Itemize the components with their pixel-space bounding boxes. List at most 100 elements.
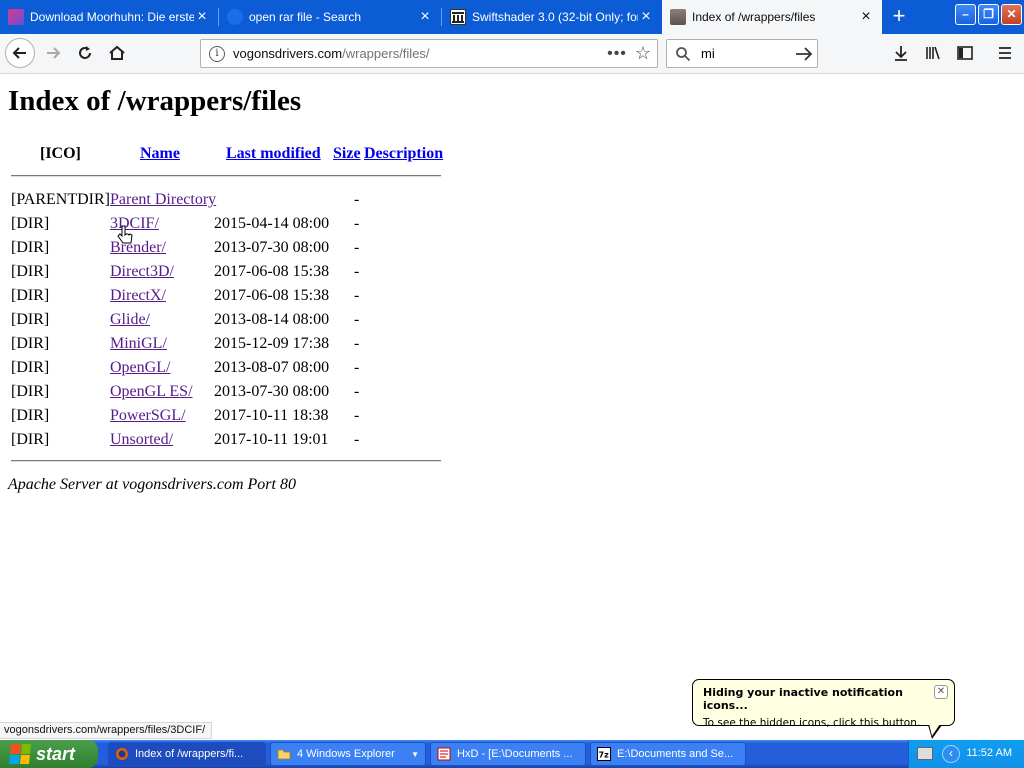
chevron-down-icon: ▼	[411, 749, 419, 759]
tab-close-icon[interactable]: ×	[638, 9, 654, 25]
row-icon-label: [DIR]	[11, 359, 50, 376]
taskbar-item-firefox[interactable]: Index of /wrappers/fi...	[108, 742, 266, 766]
sidebar-icon	[957, 46, 973, 60]
bookmark-star-icon[interactable]: ☆	[629, 43, 657, 64]
search-box[interactable]: mi	[666, 39, 818, 68]
directory-link[interactable]: OpenGL ES/	[110, 383, 193, 401]
row-modified: 2015-04-14 08:00	[214, 215, 330, 232]
svg-text:7z: 7z	[599, 751, 610, 760]
tab-strip: Download Moorhuhn: Die ersten × open rar…	[0, 0, 1024, 34]
tab-close-icon[interactable]: ×	[194, 9, 210, 25]
directory-link[interactable]: MiniGL/	[110, 335, 167, 353]
directory-link[interactable]: DirectX/	[110, 287, 166, 305]
column-header-name[interactable]: Name	[140, 145, 180, 163]
close-window-button[interactable]: ✕	[1001, 4, 1022, 25]
balloon-close-button[interactable]: ✕	[934, 685, 948, 699]
taskbar: start Index of /wrappers/fi... 4 Windows…	[0, 740, 1024, 768]
tab-title: open rar file - Search	[249, 10, 362, 24]
7zip-icon: 7z	[597, 747, 611, 761]
table-row: [DIR] DirectX/2017-06-08 15:38 -	[0, 287, 460, 311]
tab-moorhuhn[interactable]: Download Moorhuhn: Die ersten ×	[0, 0, 218, 34]
url-text[interactable]: vogonsdrivers.com/wrappers/files/	[233, 46, 605, 61]
row-modified: 2017-06-08 15:38	[214, 287, 330, 304]
row-modified: 2013-08-07 08:00	[214, 359, 330, 376]
taskbar-item-7zip[interactable]: 7z E:\Documents and Se...	[590, 742, 746, 766]
directory-link[interactable]: Glide/	[110, 311, 150, 329]
vogons-favicon-icon	[670, 9, 686, 25]
directory-link[interactable]: Unsorted/	[110, 431, 173, 449]
firefox-icon	[116, 748, 128, 760]
search-input[interactable]: mi	[701, 46, 791, 61]
sidebar-button[interactable]	[950, 38, 980, 68]
column-header-size[interactable]: Size	[333, 145, 361, 163]
library-icon	[926, 46, 940, 60]
row-modified: 2017-06-08 15:38	[214, 263, 330, 280]
row-icon-label: [DIR]	[11, 287, 50, 304]
address-bar[interactable]: i vogonsdrivers.com/wrappers/files/ ••• …	[200, 39, 658, 68]
library-button[interactable]	[918, 38, 948, 68]
server-signature: Apache Server at vogonsdrivers.com Port …	[8, 476, 296, 493]
table-row: [DIR] MiniGL/2015-12-09 17:38 -	[0, 335, 460, 359]
taskbar-item-label: Index of /wrappers/fi...	[135, 748, 244, 760]
tab-index-wrappers[interactable]: Index of /wrappers/files ×	[662, 0, 882, 34]
column-header-description[interactable]: Description	[364, 145, 443, 163]
row-modified: 2017-10-11 18:38	[214, 407, 329, 424]
back-button[interactable]	[5, 38, 35, 68]
tab-close-icon[interactable]: ×	[858, 9, 874, 25]
directory-link[interactable]: OpenGL/	[110, 359, 170, 377]
tab-title: Swiftshader 3.0 (32-bit Only; for	[472, 10, 638, 24]
new-tab-button[interactable]: +	[886, 5, 912, 29]
balloon-body: To see the hidden icons, click this butt…	[703, 717, 921, 729]
directory-link[interactable]: Direct3D/	[110, 263, 174, 281]
site-info-icon[interactable]: i	[209, 45, 225, 62]
row-icon-label: [DIR]	[11, 407, 50, 424]
notification-balloon[interactable]: Hiding your inactive notification icons.…	[692, 679, 955, 729]
balloon-tail-fill	[929, 724, 940, 736]
windows-logo-icon	[8, 744, 32, 764]
folder-icon	[277, 749, 291, 760]
page-actions-button[interactable]: •••	[605, 45, 629, 63]
row-size: -	[354, 383, 360, 400]
menu-button[interactable]	[990, 38, 1020, 68]
hamburger-menu-icon	[999, 47, 1011, 59]
row-size: -	[354, 407, 360, 424]
forward-button[interactable]	[38, 38, 68, 68]
row-icon-label: [DIR]	[11, 335, 50, 352]
row-size: -	[354, 239, 360, 256]
start-button[interactable]: start	[0, 740, 98, 768]
hand-cursor-icon	[117, 225, 133, 244]
row-icon-label: [PARENTDIR]	[11, 191, 110, 208]
home-button[interactable]	[102, 38, 132, 68]
row-icon-label: [DIR]	[11, 383, 50, 400]
tab-swiftshader[interactable]: Swiftshader 3.0 (32-bit Only; for ×	[442, 0, 662, 34]
tab-title: Download Moorhuhn: Die ersten	[30, 10, 194, 24]
home-icon	[109, 45, 125, 60]
minimize-button[interactable]: –	[955, 4, 976, 25]
taskbar-item-hxd[interactable]: HxD - [E:\Documents ...	[430, 742, 586, 766]
table-row: [DIR] Unsorted/2017-10-11 19:01 -	[0, 431, 460, 455]
status-url: vogonsdrivers.com/wrappers/files/3DCIF/	[0, 722, 213, 739]
directory-link[interactable]: PowerSGL/	[110, 407, 186, 425]
show-hidden-icons-button[interactable]: ‹	[942, 745, 960, 763]
hxd-icon	[437, 747, 451, 761]
row-size: -	[354, 263, 360, 280]
arrow-right-icon	[796, 46, 813, 61]
downloads-button[interactable]	[886, 38, 916, 68]
search-go-button[interactable]	[791, 44, 817, 64]
navigation-toolbar: i vogonsdrivers.com/wrappers/files/ ••• …	[0, 34, 1024, 74]
row-size: -	[354, 335, 360, 352]
maximize-button[interactable]: ❐	[978, 4, 999, 25]
search-icon	[676, 46, 691, 61]
table-row: [DIR] OpenGL ES/2013-07-30 08:00 -	[0, 383, 460, 407]
parent-directory-link[interactable]: Parent Directory	[110, 191, 216, 209]
row-size: -	[354, 191, 360, 208]
tab-close-icon[interactable]: ×	[417, 9, 433, 25]
keyboard-icon[interactable]	[917, 747, 933, 760]
clock[interactable]: 11:52 AM	[966, 747, 1012, 759]
taskbar-item-explorer[interactable]: 4 Windows Explorer ▼	[270, 742, 426, 766]
column-header-last-modified[interactable]: Last modified	[226, 145, 321, 163]
url-domain: vogonsdrivers.com	[233, 46, 343, 61]
row-modified: 2015-12-09 17:38	[214, 335, 330, 352]
reload-button[interactable]	[70, 38, 100, 68]
tab-search[interactable]: open rar file - Search ×	[219, 0, 441, 34]
